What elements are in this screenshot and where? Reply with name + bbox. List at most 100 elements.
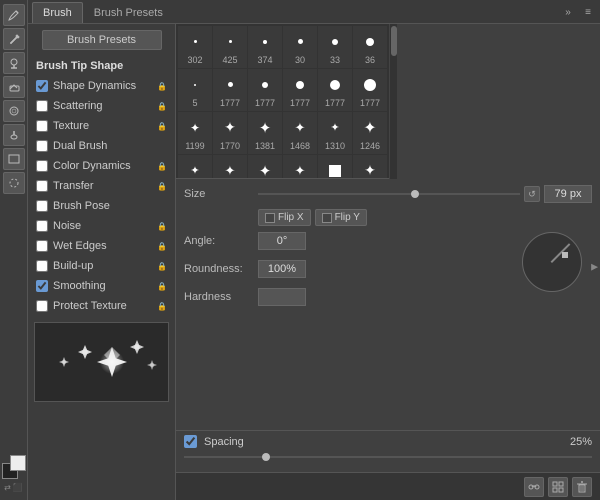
brush-cell[interactable]: 425: [213, 26, 247, 68]
option-checkbox-10[interactable]: [36, 280, 48, 292]
size-value-input[interactable]: [544, 185, 592, 203]
tool-blur[interactable]: [3, 100, 25, 122]
brush-cell[interactable]: 302: [178, 26, 212, 68]
brush-cell[interactable]: ✦ 1381: [248, 112, 282, 154]
option-item-smoothing[interactable]: Smoothing🔒: [28, 276, 175, 296]
flip-y-checkbox[interactable]: [322, 213, 332, 223]
brush-cell[interactable]: 374: [248, 26, 282, 68]
option-item-shape-dynamics[interactable]: Shape Dynamics🔒: [28, 76, 175, 96]
brush-cell[interactable]: 33: [318, 26, 352, 68]
grid-scrollbar[interactable]: [389, 24, 397, 179]
brush-tip-shape-header[interactable]: Brush Tip Shape: [28, 56, 175, 76]
option-item-noise[interactable]: Noise🔒: [28, 216, 175, 236]
option-checkbox-4[interactable]: [36, 160, 48, 172]
hardness-value[interactable]: [258, 288, 306, 306]
flip-x-button[interactable]: Flip X: [258, 209, 311, 226]
spacing-checkbox[interactable]: [184, 435, 197, 448]
brush-cell[interactable]: ✦ 1310: [178, 155, 212, 179]
brush-cell[interactable]: ✦ 1468: [283, 112, 317, 154]
option-label-1: Scattering: [53, 100, 157, 112]
spacing-label: Spacing: [204, 436, 244, 448]
brush-cell[interactable]: 5: [178, 69, 212, 111]
spacing-value: 25%: [570, 436, 592, 448]
trash-icon-button[interactable]: [572, 477, 592, 497]
expand-icon[interactable]: »: [560, 5, 576, 21]
spacing-slider[interactable]: [184, 450, 592, 464]
option-checkbox-2[interactable]: [36, 120, 48, 132]
option-checkbox-6[interactable]: [36, 200, 48, 212]
hardness-label: Hardness: [184, 291, 254, 303]
option-checkbox-1[interactable]: [36, 100, 48, 112]
brush-cell[interactable]: 1310: [318, 155, 352, 179]
brush-cell[interactable]: 1777: [283, 69, 317, 111]
lock-icon-11: 🔒: [157, 302, 167, 311]
grid-icon-button[interactable]: [548, 477, 568, 497]
brush-cell[interactable]: 36: [353, 26, 387, 68]
option-item-dual-brush[interactable]: Dual Brush: [28, 136, 175, 156]
tool-pattern[interactable]: [3, 172, 25, 194]
scroll-thumb[interactable]: [391, 26, 397, 56]
menu-icon[interactable]: ≡: [580, 5, 596, 21]
angle-controls: Angle: Roundness: Hardness: [184, 232, 516, 312]
tool-eraser[interactable]: [3, 76, 25, 98]
reset-colors-icon[interactable]: ⬛: [13, 483, 23, 492]
swap-colors-icon[interactable]: ⇄: [4, 483, 11, 492]
option-checkbox-3[interactable]: [36, 140, 48, 152]
option-item-color-dynamics[interactable]: Color Dynamics🔒: [28, 156, 175, 176]
option-label-2: Texture: [53, 120, 157, 132]
brush-cell[interactable]: ✦ 931: [248, 155, 282, 179]
tool-dodge[interactable]: [3, 124, 25, 146]
roundness-value-input[interactable]: [258, 260, 306, 278]
brush-cell[interactable]: ✦ 1321: [353, 155, 387, 179]
option-item-brush-pose[interactable]: Brush Pose: [28, 196, 175, 216]
option-item-wet-edges[interactable]: Wet Edges🔒: [28, 236, 175, 256]
angle-value-input[interactable]: [258, 232, 306, 250]
option-checkbox-8[interactable]: [36, 240, 48, 252]
option-checkbox-7[interactable]: [36, 220, 48, 232]
option-item-build-up[interactable]: Build-up🔒: [28, 256, 175, 276]
brush-cell[interactable]: ✦ 1319: [283, 155, 317, 179]
flip-y-button[interactable]: Flip Y: [315, 209, 367, 226]
option-checkbox-11[interactable]: [36, 300, 48, 312]
tool-brush[interactable]: [3, 4, 25, 26]
brush-cell[interactable]: 1777: [213, 69, 247, 111]
tool-pencil[interactable]: [3, 28, 25, 50]
brush-cell[interactable]: ✦ 1199: [178, 112, 212, 154]
brush-cell[interactable]: 1777: [353, 69, 387, 111]
option-item-scattering[interactable]: Scattering🔒: [28, 96, 175, 116]
size-slider[interactable]: [258, 187, 520, 201]
tool-rectangle[interactable]: [3, 148, 25, 170]
brush-cell[interactable]: 1777: [248, 69, 282, 111]
option-item-protect-texture[interactable]: Protect Texture🔒: [28, 296, 175, 316]
size-reset-button[interactable]: ↺: [524, 186, 540, 202]
brush-cell[interactable]: ✦ 1246: [353, 112, 387, 154]
option-label-5: Transfer: [53, 180, 157, 192]
option-checkbox-0[interactable]: [36, 80, 48, 92]
size-label: Size: [184, 188, 254, 200]
link-icon-button[interactable]: [524, 477, 544, 497]
brush-cell[interactable]: ✦ 1319: [213, 155, 247, 179]
brush-grid-wrapper: 302 425 374 30: [176, 24, 600, 179]
angle-wheel[interactable]: [522, 232, 582, 292]
brush-cell[interactable]: ✦ 1770: [213, 112, 247, 154]
option-item-transfer[interactable]: Transfer🔒: [28, 176, 175, 196]
flip-y-label: Flip Y: [335, 212, 360, 223]
hardness-row: Hardness: [184, 288, 516, 306]
option-label-0: Shape Dynamics: [53, 80, 157, 92]
option-label-3: Dual Brush: [53, 140, 167, 152]
lock-icon-9: 🔒: [157, 262, 167, 271]
tool-stamp[interactable]: [3, 52, 25, 74]
option-item-texture[interactable]: Texture🔒: [28, 116, 175, 136]
roundness-row: Roundness:: [184, 260, 516, 278]
brush-cell[interactable]: ✦ 1310: [318, 112, 352, 154]
option-checkbox-9[interactable]: [36, 260, 48, 272]
tab-brush-presets[interactable]: Brush Presets: [83, 2, 174, 23]
brush-presets-button[interactable]: Brush Presets: [42, 30, 162, 50]
brush-cell[interactable]: 30: [283, 26, 317, 68]
flip-row: Flip X Flip Y: [184, 209, 592, 226]
lock-icon-7: 🔒: [157, 222, 167, 231]
option-checkbox-5[interactable]: [36, 180, 48, 192]
flip-x-checkbox[interactable]: [265, 213, 275, 223]
tab-brush[interactable]: Brush: [32, 2, 83, 23]
brush-cell[interactable]: 1777: [318, 69, 352, 111]
